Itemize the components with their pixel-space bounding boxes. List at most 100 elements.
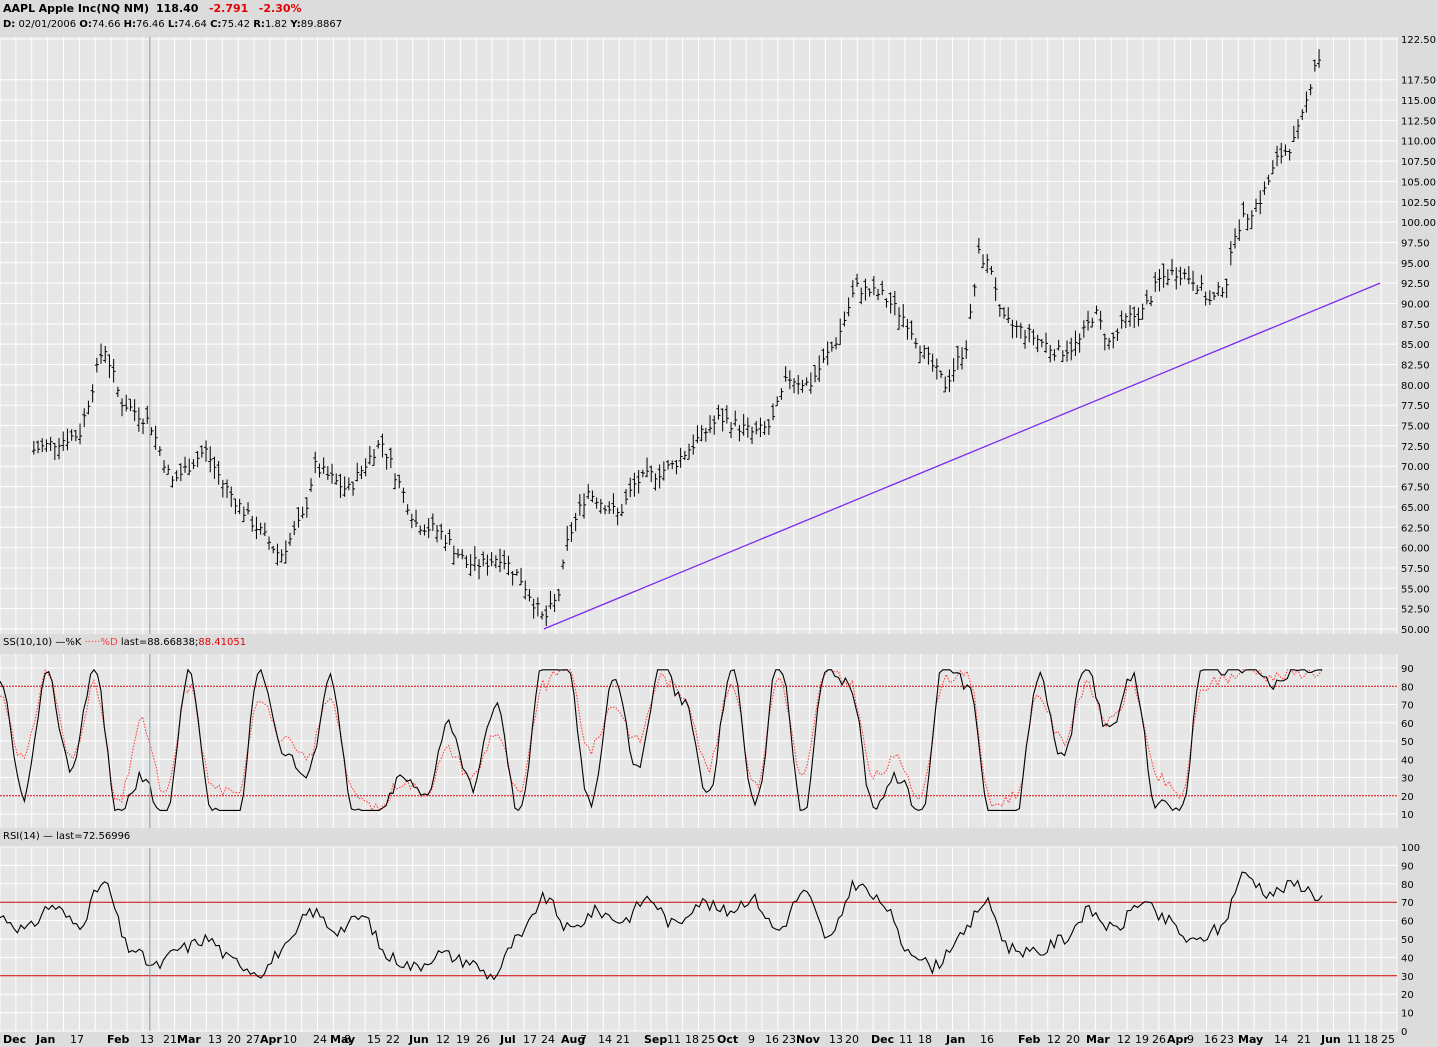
- y-tick-label: 55.00: [1401, 584, 1430, 595]
- x-tick-label: 14: [598, 1033, 612, 1046]
- x-tick-label: 18: [1364, 1033, 1378, 1046]
- x-tick-label: 19: [1135, 1033, 1149, 1046]
- x-tick-label: 21: [616, 1033, 630, 1046]
- chart-window: AAPL Apple Inc(NQ NM) 118.40 -2.791 -2.3…: [0, 0, 1438, 1047]
- x-tick-label: 10: [283, 1033, 297, 1046]
- y-tick-label: 10: [1401, 810, 1414, 821]
- y-tick-label: 80: [1401, 880, 1414, 891]
- x-tick-label: 25: [701, 1033, 715, 1046]
- x-tick-label: 11: [1347, 1033, 1361, 1046]
- x-tick-label: 12: [436, 1033, 450, 1046]
- x-tick-label: 24: [313, 1033, 327, 1046]
- x-tick-label: 21: [163, 1033, 177, 1046]
- x-tick-label: 11: [667, 1033, 681, 1046]
- x-tick-label: 9: [748, 1033, 755, 1046]
- y-tick-label: 122.50: [1401, 35, 1436, 46]
- y-tick-label: 107.50: [1401, 157, 1436, 168]
- x-tick-label: 20: [227, 1033, 241, 1046]
- y-tick-label: 62.50: [1401, 523, 1430, 534]
- x-tick-label: 11: [899, 1033, 913, 1046]
- x-tick-label: 16: [980, 1033, 994, 1046]
- x-tick-label: 23: [782, 1033, 796, 1046]
- x-tick-label: 27: [246, 1033, 260, 1046]
- y-tick-label: 85.00: [1401, 340, 1430, 351]
- x-tick-label: 18: [918, 1033, 932, 1046]
- x-tick-label: 20: [1066, 1033, 1080, 1046]
- x-tick-label: 21: [1297, 1033, 1311, 1046]
- x-tick-label: 22: [386, 1033, 400, 1046]
- x-tick-label: 12: [1117, 1033, 1131, 1046]
- x-tick-label: Apr: [260, 1033, 282, 1046]
- x-tick-label: 24: [541, 1033, 555, 1046]
- x-tick-label: Jun: [408, 1033, 429, 1046]
- x-tick-label: 16: [1204, 1033, 1218, 1046]
- y-tick-label: 50.00: [1401, 625, 1430, 636]
- x-tick-label: Mar: [1086, 1033, 1110, 1046]
- x-tick-label: 18: [685, 1033, 699, 1046]
- x-tick-label: May: [1238, 1033, 1263, 1046]
- y-tick-label: 75.00: [1401, 422, 1430, 433]
- chart-canvas[interactable]: 122.50 117.50 115.00 112.50 110.00 107.50 105.…: [0, 0, 1438, 1047]
- y-tick-label: 100.00: [1401, 218, 1436, 229]
- x-tick-label: Dec: [871, 1033, 894, 1046]
- y-tick-label: 105.00: [1401, 177, 1436, 188]
- y-tick-label: 67.50: [1401, 483, 1430, 494]
- y-tick-label: 20: [1401, 990, 1414, 1001]
- x-tick-label: 15: [367, 1033, 381, 1046]
- x-tick-label: Jun: [1320, 1033, 1341, 1046]
- y-tick-label: 72.50: [1401, 442, 1430, 453]
- x-tick-label: 26: [1152, 1033, 1166, 1046]
- x-tick-label: 26: [476, 1033, 490, 1046]
- y-tick-label: 90.00: [1401, 299, 1430, 310]
- y-tick-label: 97.50: [1401, 238, 1430, 249]
- x-tick-label: 13: [829, 1033, 843, 1046]
- y-tick-label: 30: [1401, 774, 1414, 785]
- x-tick-label: 17: [70, 1033, 84, 1046]
- x-tick-label: May: [330, 1033, 355, 1046]
- x-tick-label: Oct: [717, 1033, 738, 1046]
- y-tick-label: 50: [1401, 935, 1414, 946]
- y-tick-label: 60: [1401, 719, 1414, 730]
- y-tick-label: 57.50: [1401, 564, 1430, 575]
- y-tick-label: 115.00: [1401, 96, 1436, 107]
- x-tick-label: 13: [208, 1033, 222, 1046]
- y-tick-label: 40: [1401, 755, 1414, 766]
- y-tick-label: 112.50: [1401, 116, 1436, 127]
- y-tick-label: 70: [1401, 701, 1414, 712]
- x-tick-label: Jan: [945, 1033, 965, 1046]
- y-tick-label: 70: [1401, 898, 1414, 909]
- y-tick-label: 70.00: [1401, 462, 1430, 473]
- x-tick-label: 14: [1274, 1033, 1288, 1046]
- x-tick-label: Jan: [35, 1033, 55, 1046]
- y-tick-label: 40: [1401, 953, 1414, 964]
- y-tick-label: 110.00: [1401, 137, 1436, 148]
- x-tick-label: 12: [1047, 1033, 1061, 1046]
- y-tick-label: 60: [1401, 917, 1414, 928]
- x-tick-label: Nov: [796, 1033, 821, 1046]
- y-tick-label: 82.50: [1401, 361, 1430, 372]
- x-tick-label: 17: [523, 1033, 537, 1046]
- y-tick-label: 102.50: [1401, 198, 1436, 209]
- y-tick-label: 117.50: [1401, 76, 1436, 87]
- y-tick-label: 20: [1401, 792, 1414, 803]
- x-tick-label: Jul: [499, 1033, 516, 1046]
- y-tick-label: 65.00: [1401, 503, 1430, 514]
- y-tick-label: 0: [1401, 1027, 1407, 1038]
- y-tick-label: 60.00: [1401, 544, 1430, 555]
- y-tick-label: 10: [1401, 1009, 1414, 1020]
- y-tick-label: 92.50: [1401, 279, 1430, 290]
- x-tick-label: 13: [140, 1033, 154, 1046]
- y-tick-label: 87.50: [1401, 320, 1430, 331]
- x-tick-label: Mar: [177, 1033, 201, 1046]
- x-tick-label: 23: [1220, 1033, 1234, 1046]
- y-tick-label: 80: [1401, 682, 1414, 693]
- x-tick-label: 8: [344, 1033, 351, 1046]
- y-tick-label: 90: [1401, 664, 1414, 675]
- y-tick-label: 100: [1401, 843, 1420, 854]
- x-tick-label: 9: [1187, 1033, 1194, 1046]
- y-tick-label: 50: [1401, 737, 1414, 748]
- y-tick-label: 77.50: [1401, 401, 1430, 412]
- x-tick-label: Dec: [3, 1033, 26, 1046]
- x-tick-label: 20: [845, 1033, 859, 1046]
- x-tick-label: Feb: [107, 1033, 130, 1046]
